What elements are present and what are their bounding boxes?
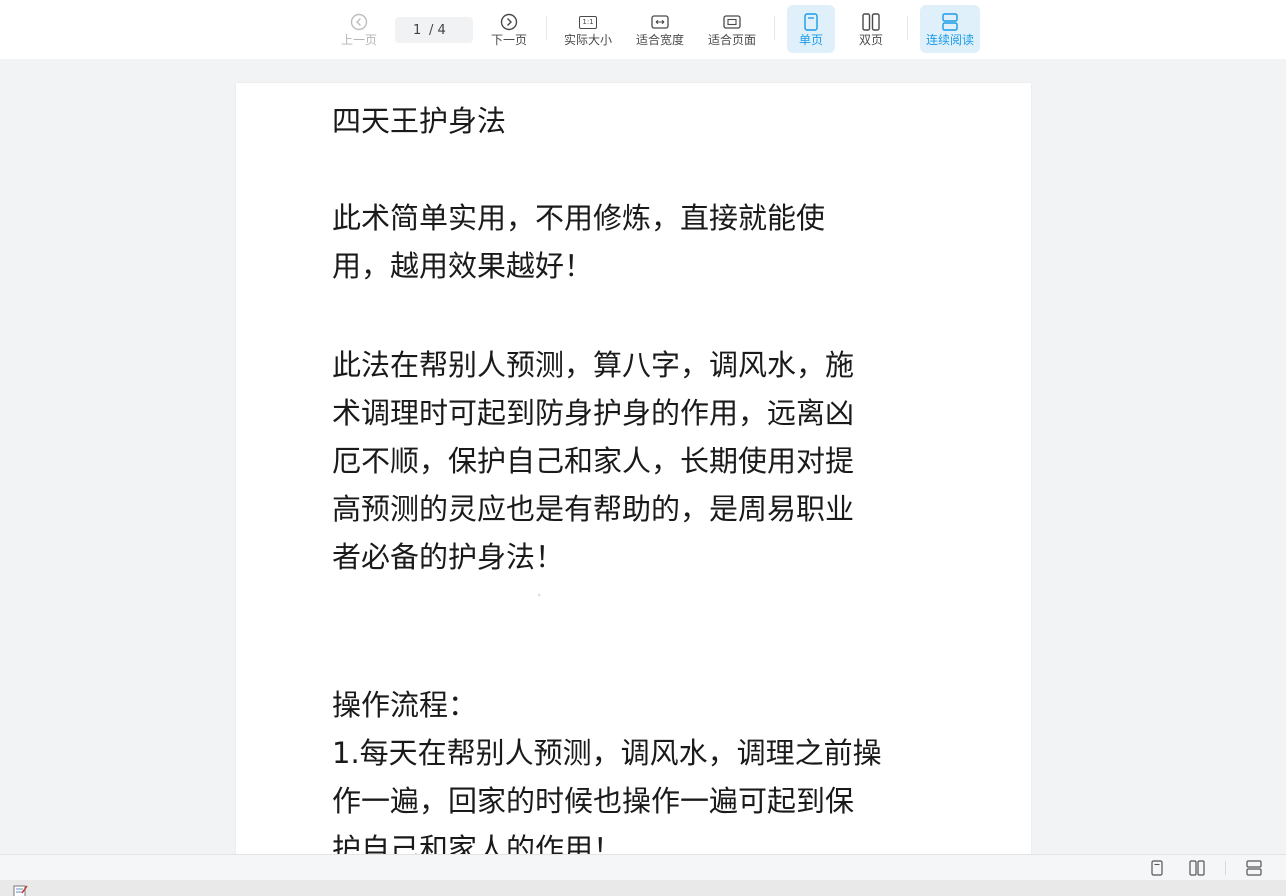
- actual-size-icon-text: 1:1: [579, 15, 597, 29]
- document-heading: 操作流程：: [332, 688, 478, 722]
- notepad-icon[interactable]: [12, 883, 28, 896]
- prev-page-button[interactable]: 上一页: [336, 5, 382, 53]
- fit-page-label: 适合页面: [707, 33, 756, 47]
- continuous-reading-label: 连续阅读: [925, 33, 974, 47]
- single-page-icon: [804, 13, 818, 31]
- status-bar: [0, 854, 1286, 880]
- toolbar-divider: [546, 16, 547, 40]
- double-page-icon: [862, 13, 880, 31]
- toolbar-divider: [907, 16, 908, 40]
- fit-width-button[interactable]: 适合宽度: [632, 5, 688, 53]
- prev-page-label: 上一页: [340, 33, 377, 47]
- watermark-mark: ·: [530, 583, 548, 607]
- circle-chevron-right-icon: [500, 13, 518, 31]
- status-continuous-button[interactable]: [1245, 859, 1263, 877]
- continuous-reading-icon: [941, 13, 959, 31]
- page-indicator: / 4: [395, 17, 473, 43]
- single-page-label: 单页: [798, 33, 823, 47]
- toolbar-divider: [774, 16, 775, 40]
- status-divider: [1225, 861, 1226, 875]
- document-paragraph: 1.每天在帮别人预测，调风水，调理之前操 作一遍，回家的时候也操作一遍可起到保 …: [332, 736, 882, 863]
- document-paragraph: 此法在帮别人预测，算八字，调风水，施 术调理时可起到防身护身的作用，远离凶 厄不…: [332, 348, 855, 574]
- single-page-icon: [1151, 860, 1163, 876]
- double-page-icon: [1189, 860, 1205, 876]
- double-page-button[interactable]: 双页: [847, 5, 895, 53]
- document-page: 四天王护身法 此术简单实用，不用修炼，直接就能使 用，越用效果越好！ 此法在帮别…: [236, 83, 1031, 863]
- document-title: 四天王护身法: [332, 104, 507, 138]
- fit-width-label: 适合宽度: [635, 33, 684, 47]
- page-number-input[interactable]: [413, 22, 429, 38]
- next-page-button[interactable]: 下一页: [486, 5, 532, 53]
- single-page-button[interactable]: 单页: [787, 5, 835, 53]
- actual-size-icon: 1:1: [579, 13, 597, 31]
- status-double-page-button[interactable]: [1188, 859, 1206, 877]
- continuous-reading-button[interactable]: 连续阅读: [920, 5, 980, 53]
- next-page-label: 下一页: [490, 33, 527, 47]
- fit-page-icon: [723, 13, 741, 31]
- double-page-label: 双页: [858, 33, 883, 47]
- circle-chevron-left-icon: [350, 13, 368, 31]
- actual-size-button[interactable]: 1:1 实际大小: [560, 5, 616, 53]
- fit-width-icon: [651, 13, 669, 31]
- document-paragraph: 此术简单实用，不用修炼，直接就能使 用，越用效果越好！: [332, 201, 826, 283]
- toolbar: 上一页 / 4 下一页 1:1 实际大小 适合宽度 适合页面 单页: [0, 0, 1286, 59]
- taskbar: [0, 880, 1286, 896]
- fit-page-button[interactable]: 适合页面: [704, 5, 760, 53]
- continuous-reading-icon: [1246, 860, 1262, 876]
- actual-size-label: 实际大小: [563, 33, 612, 47]
- status-single-page-button[interactable]: [1148, 859, 1166, 877]
- page-total: / 4: [429, 22, 446, 38]
